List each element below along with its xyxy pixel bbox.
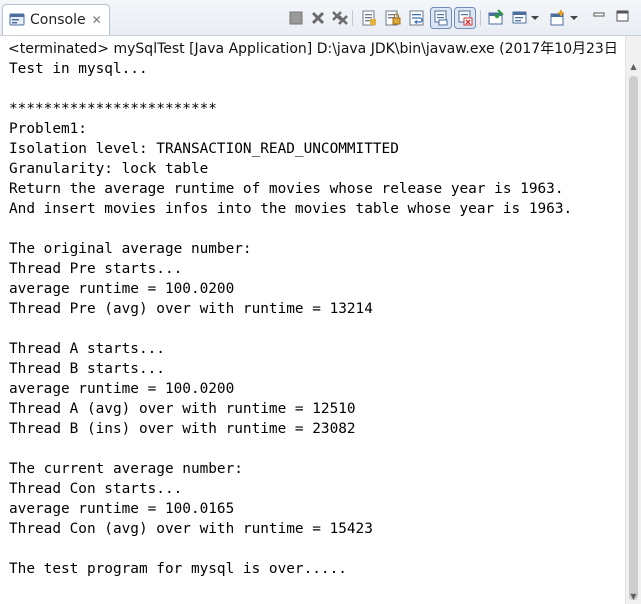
close-icon[interactable]: ✕ [92, 14, 102, 26]
scrollbar-thumb[interactable] [629, 76, 638, 600]
console-line: Thread B starts... [9, 361, 165, 377]
scroll-lock-icon[interactable] [384, 9, 402, 27]
console-line: Thread Con (avg) over with runtime = 154… [9, 521, 373, 537]
console-line: average runtime = 100.0165 [9, 501, 235, 517]
scroll-up-arrow-icon[interactable]: ▲ [626, 58, 641, 74]
word-wrap-icon[interactable] [408, 9, 426, 27]
console-line: Granularity: lock table [9, 161, 209, 177]
show-on-stderr-icon[interactable] [454, 7, 476, 29]
console-line: Thread B (ins) over with runtime = 23082 [9, 421, 356, 437]
maximize-icon[interactable] [615, 9, 631, 27]
console-line: Thread Pre (avg) over with runtime = 132… [9, 301, 373, 317]
vertical-scrollbar[interactable]: ▲ ▼ [625, 36, 641, 604]
minimize-icon[interactable] [592, 9, 606, 27]
console-line: Return the average runtime of movies who… [9, 181, 564, 197]
tab-label: Console [30, 12, 86, 28]
remove-all-terminated-icon[interactable] [331, 9, 349, 27]
console-line: The test program for mysql is over..... [9, 561, 347, 577]
console-line: The original average number: [9, 241, 252, 257]
toolbar-separator [352, 9, 354, 27]
chevron-down-icon[interactable] [569, 9, 579, 27]
console-line: Test in mysql... [9, 61, 148, 77]
console-line: Thread A starts... [9, 341, 165, 357]
console-line: Thread A (avg) over with runtime = 12510 [9, 401, 356, 417]
console-status-line: <terminated> mySqlTest [Java Application… [0, 36, 625, 58]
console-line: The current average number: [9, 461, 243, 477]
tab-console[interactable]: Console ✕ [2, 4, 110, 35]
remove-launch-icon[interactable] [309, 9, 327, 27]
show-on-stdout-icon[interactable] [430, 7, 452, 29]
console-line: Problem1: [9, 121, 87, 137]
scroll-down-arrow-icon[interactable]: ▼ [626, 588, 641, 604]
console-line: Thread Pre starts... [9, 261, 183, 277]
console-line: Isolation level: TRANSACTION_READ_UNCOMM… [9, 141, 399, 157]
console-icon [9, 12, 25, 28]
clear-console-icon[interactable] [360, 9, 378, 27]
console-line: average runtime = 100.0200 [9, 381, 235, 397]
view-toolbar: Console ✕ [0, 0, 641, 36]
toolbar-separator [480, 9, 482, 27]
console-line: Thread Con starts... [9, 481, 183, 497]
open-console-icon[interactable] [549, 9, 567, 27]
console-line: ************************ [9, 101, 217, 117]
console-output[interactable]: Test in mysql... ************************… [0, 59, 625, 604]
chevron-down-icon[interactable] [530, 9, 540, 27]
terminate-icon[interactable] [287, 9, 305, 27]
pin-console-icon[interactable] [487, 9, 505, 27]
display-selected-console-icon[interactable] [511, 9, 529, 27]
console-line: And insert movies infos into the movies … [9, 201, 573, 217]
console-line: average runtime = 100.0200 [9, 281, 235, 297]
